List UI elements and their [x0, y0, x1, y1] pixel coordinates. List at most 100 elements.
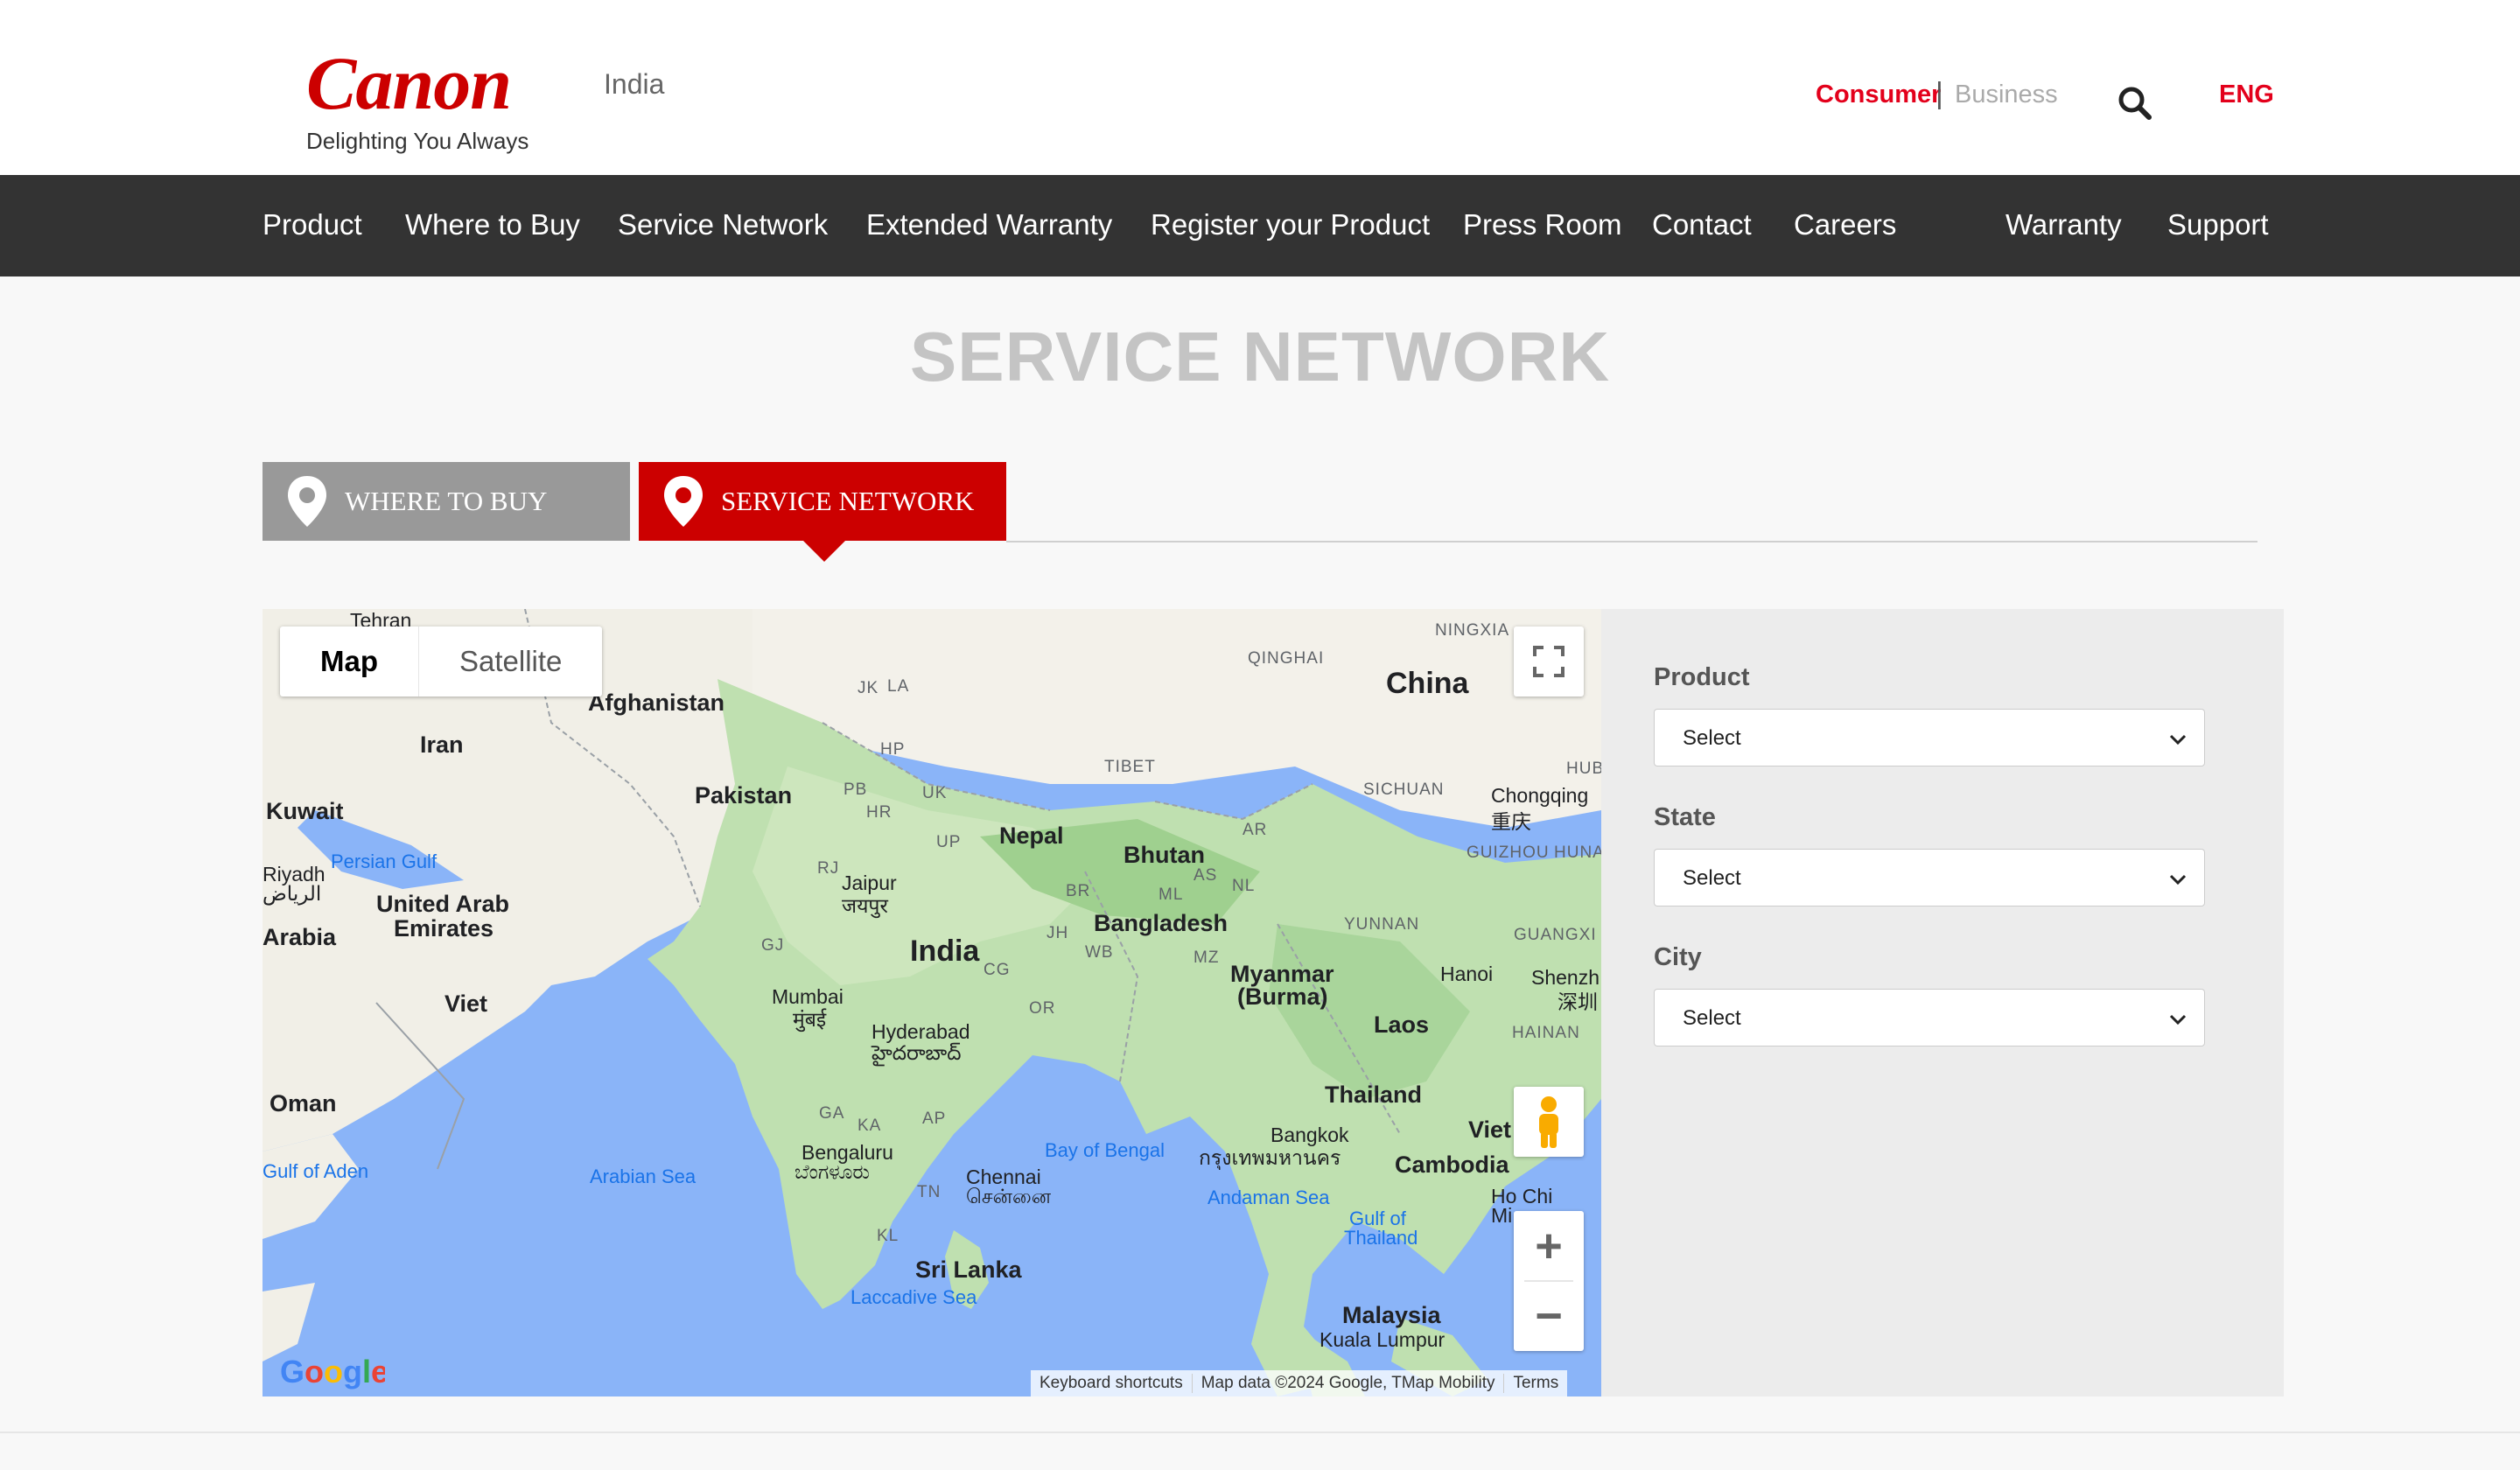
map-label-region: JH [1046, 924, 1069, 942]
zoom-out-icon[interactable]: − [1514, 1281, 1584, 1351]
street-view-pegman-icon[interactable] [1514, 1087, 1584, 1157]
map-label-region: AR [1242, 821, 1268, 839]
main-nav: Product Where to Buy Service Network Ext… [0, 175, 2520, 276]
terms-link[interactable]: Terms [1504, 1374, 1567, 1393]
consumer-link[interactable]: Consumer [1816, 80, 1941, 109]
map-label-country: Arabia [262, 924, 337, 950]
chevron-down-icon [2169, 734, 2187, 746]
nav-item-product[interactable]: Product [262, 208, 362, 242]
map-label-city: जयपुर [842, 894, 888, 917]
map-label-region: GUANGXI [1514, 926, 1597, 944]
map-label-country: Afghanistan [588, 690, 725, 716]
map-label-region: GUIZHOU [1466, 844, 1550, 862]
keyboard-shortcuts-link[interactable]: Keyboard shortcuts [1031, 1374, 1193, 1393]
map-label-sea: Andaman Sea [1208, 1186, 1330, 1208]
map-label-city: Hanoi [1440, 962, 1494, 985]
fullscreen-icon[interactable] [1514, 626, 1584, 696]
map-type-satellite-button[interactable]: Satellite [419, 626, 602, 696]
service-network-map[interactable]: Tehran Afghanistan Iran Pakistan Kuwait … [262, 609, 1601, 1396]
map-label-region: HR [866, 803, 892, 822]
page-title: SERVICE NETWORK [909, 318, 1611, 396]
map-label-city: சென்னை [966, 1185, 1052, 1208]
zoom-in-icon[interactable]: + [1514, 1211, 1584, 1281]
nav-item-press-room[interactable]: Press Room [1463, 208, 1622, 242]
logo-wordmark: Canon [306, 41, 512, 125]
city-select-value: Select [1683, 1006, 1741, 1030]
map-label-country: Malaysia [1342, 1302, 1441, 1328]
map-label-region: MZ [1194, 948, 1220, 967]
tab-divider [1006, 541, 2258, 542]
map-label-country: Viet [444, 990, 488, 1017]
map-label-country: Emirates [394, 915, 494, 942]
map-label-region: QINGHAI [1248, 649, 1325, 668]
map-label-region: GA [819, 1104, 845, 1123]
map-label-region: AS [1194, 866, 1218, 885]
nav-item-support[interactable]: Support [2167, 208, 2269, 242]
map-label-city: 深圳 [1558, 990, 1598, 1013]
map-label-country: Cambodia [1395, 1152, 1509, 1178]
zoom-control: + − [1514, 1211, 1584, 1351]
map-label-region: ML [1158, 886, 1184, 904]
nav-item-extended-warranty[interactable]: Extended Warranty [866, 208, 1112, 242]
map-label-sea: Gulf of Aden [262, 1160, 369, 1182]
map-type-map-button[interactable]: Map [280, 626, 419, 696]
search-icon[interactable] [2116, 84, 2154, 122]
map-label-region: TN [917, 1183, 942, 1201]
svg-text:Google: Google [280, 1354, 385, 1390]
tab-label: SERVICE NETWORK [721, 486, 975, 516]
map-label-region: HAINAN [1512, 1024, 1580, 1042]
tab-service-network[interactable]: SERVICE NETWORK [639, 462, 1006, 541]
map-label-region: GJ [761, 936, 785, 955]
business-link[interactable]: Business [1955, 80, 2058, 109]
google-logo-mark: Google [280, 1354, 388, 1390]
map-label-country: Nepal [999, 822, 1064, 849]
map-label-country: Iran [420, 732, 464, 758]
map-label-region: KL [877, 1227, 900, 1245]
language-selector[interactable]: ENG [2219, 80, 2274, 109]
map-type-control: Map Satellite [280, 626, 603, 696]
site-header: Canon Delighting You Always India Consum… [0, 0, 2520, 175]
map-label-city: الرياض [262, 882, 322, 905]
state-select[interactable]: Select [1654, 849, 2205, 906]
map-label-sea: Bay of Bengal [1045, 1139, 1165, 1161]
map-attribution: Keyboard shortcuts Map data ©2024 Google… [1031, 1370, 1568, 1396]
map-label-region: UP [936, 833, 962, 851]
map-label-region: CG [984, 961, 1011, 979]
map-label-region: RJ [817, 859, 840, 878]
map-label-country: Thailand [1325, 1082, 1423, 1108]
map-label-region: PB [844, 780, 868, 799]
google-logo: Google [280, 1354, 388, 1396]
city-select[interactable]: Select [1654, 989, 2205, 1046]
nav-item-contact[interactable]: Contact [1652, 208, 1752, 242]
product-select-value: Select [1683, 726, 1741, 750]
map-label-city: Hyderabad [872, 1020, 970, 1043]
nav-item-warranty[interactable]: Warranty [2006, 208, 2122, 242]
map-label-region: LA [887, 677, 910, 696]
map-label-country: Viet [1468, 1116, 1512, 1143]
tab-where-to-buy[interactable]: WHERE TO BUY [262, 462, 630, 541]
filter-panel: Product Select State Select City Select [1601, 609, 2284, 1396]
map-pin-icon [664, 476, 703, 527]
map-label-city: Kuala Lumpur [1320, 1328, 1446, 1351]
nav-item-service-network[interactable]: Service Network [618, 208, 828, 242]
nav-item-register-product[interactable]: Register your Product [1151, 208, 1430, 242]
canon-logo[interactable]: Canon Delighting You Always [306, 41, 534, 154]
map-label-region: HP [880, 740, 906, 759]
map-label-country: Bhutan [1124, 842, 1205, 868]
product-select[interactable]: Select [1654, 709, 2205, 766]
city-label: City [1654, 943, 1702, 971]
nav-item-where-to-buy[interactable]: Where to Buy [405, 208, 580, 242]
state-select-value: Select [1683, 866, 1741, 890]
map-label-city: Mi [1491, 1204, 1513, 1227]
map-label-country: (Burma) [1237, 984, 1328, 1010]
map-label-region: AP [922, 1110, 947, 1128]
map-label-region: TIBET [1104, 758, 1156, 776]
map-label-region: SICHUAN [1363, 780, 1445, 799]
tab-label: WHERE TO BUY [345, 486, 548, 516]
map-label-region: YUNNAN [1344, 915, 1420, 934]
nav-item-careers[interactable]: Careers [1794, 208, 1896, 242]
map-label-region: WB [1085, 943, 1114, 962]
map-label-country-major: China [1386, 667, 1469, 700]
map-label-city: హైదరాబాద్ [872, 1041, 962, 1064]
map-label-country: Bangladesh [1094, 910, 1228, 936]
